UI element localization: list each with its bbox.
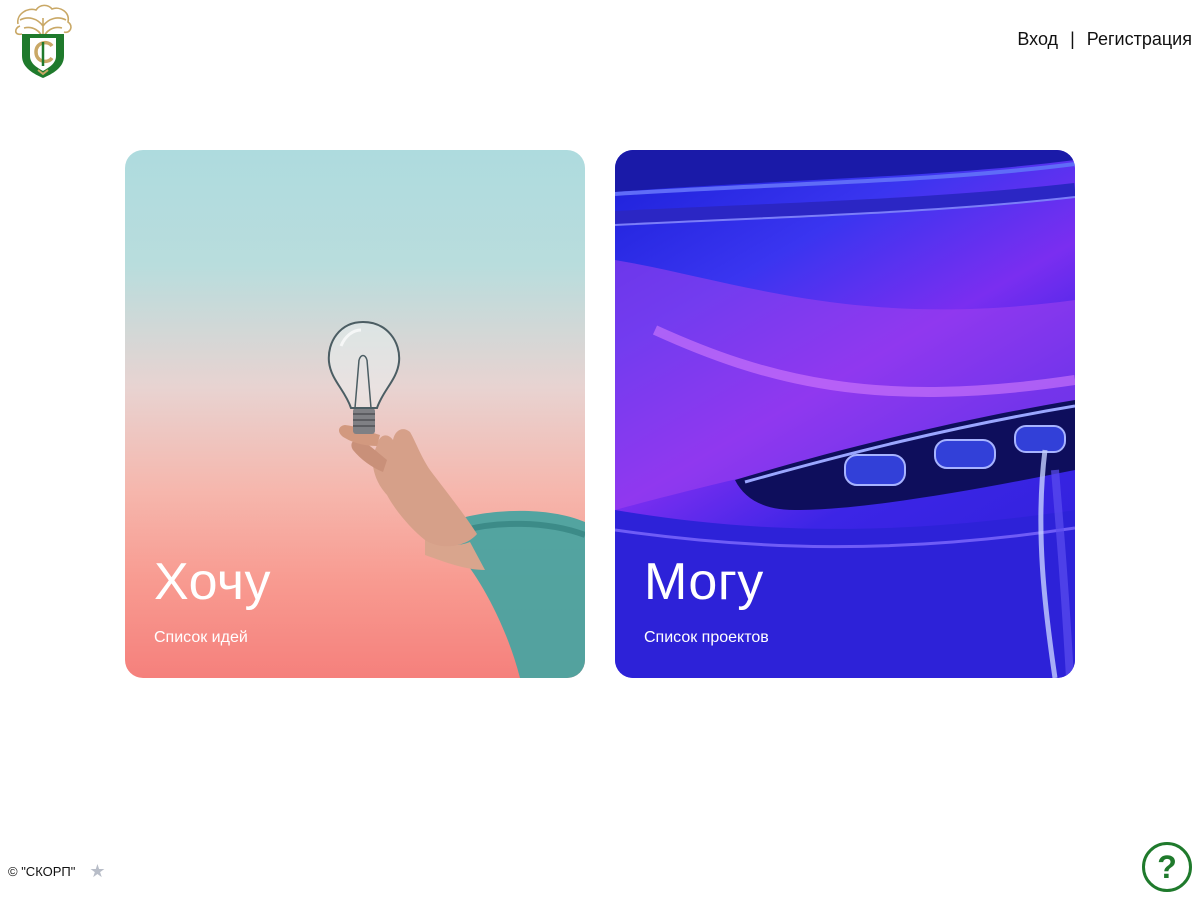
auth-separator: |	[1070, 29, 1075, 49]
card-want-title: Хочу	[154, 553, 271, 611]
card-want[interactable]: Хочу Список идей	[125, 150, 585, 678]
auth-links: Вход | Регистрация	[1017, 29, 1192, 50]
card-want-subtitle: Список идей	[154, 629, 248, 646]
page: Вход | Регистрация Хочу Список идей Могу…	[0, 0, 1200, 900]
question-icon: ?	[1157, 848, 1177, 885]
card-can-subtitle: Список проектов	[644, 629, 769, 646]
logo[interactable]	[8, 4, 78, 80]
card-can-title: Могу	[644, 553, 764, 611]
star-icon[interactable]: ★	[89, 861, 105, 882]
register-link[interactable]: Регистрация	[1087, 29, 1192, 50]
card-can[interactable]: Могу Список проектов	[615, 150, 1075, 678]
footer: © "СКОРП" ★	[8, 861, 106, 882]
login-link[interactable]: Вход	[1017, 29, 1058, 50]
copyright-text: © "СКОРП"	[8, 864, 76, 879]
help-button[interactable]: ?	[1142, 842, 1192, 892]
